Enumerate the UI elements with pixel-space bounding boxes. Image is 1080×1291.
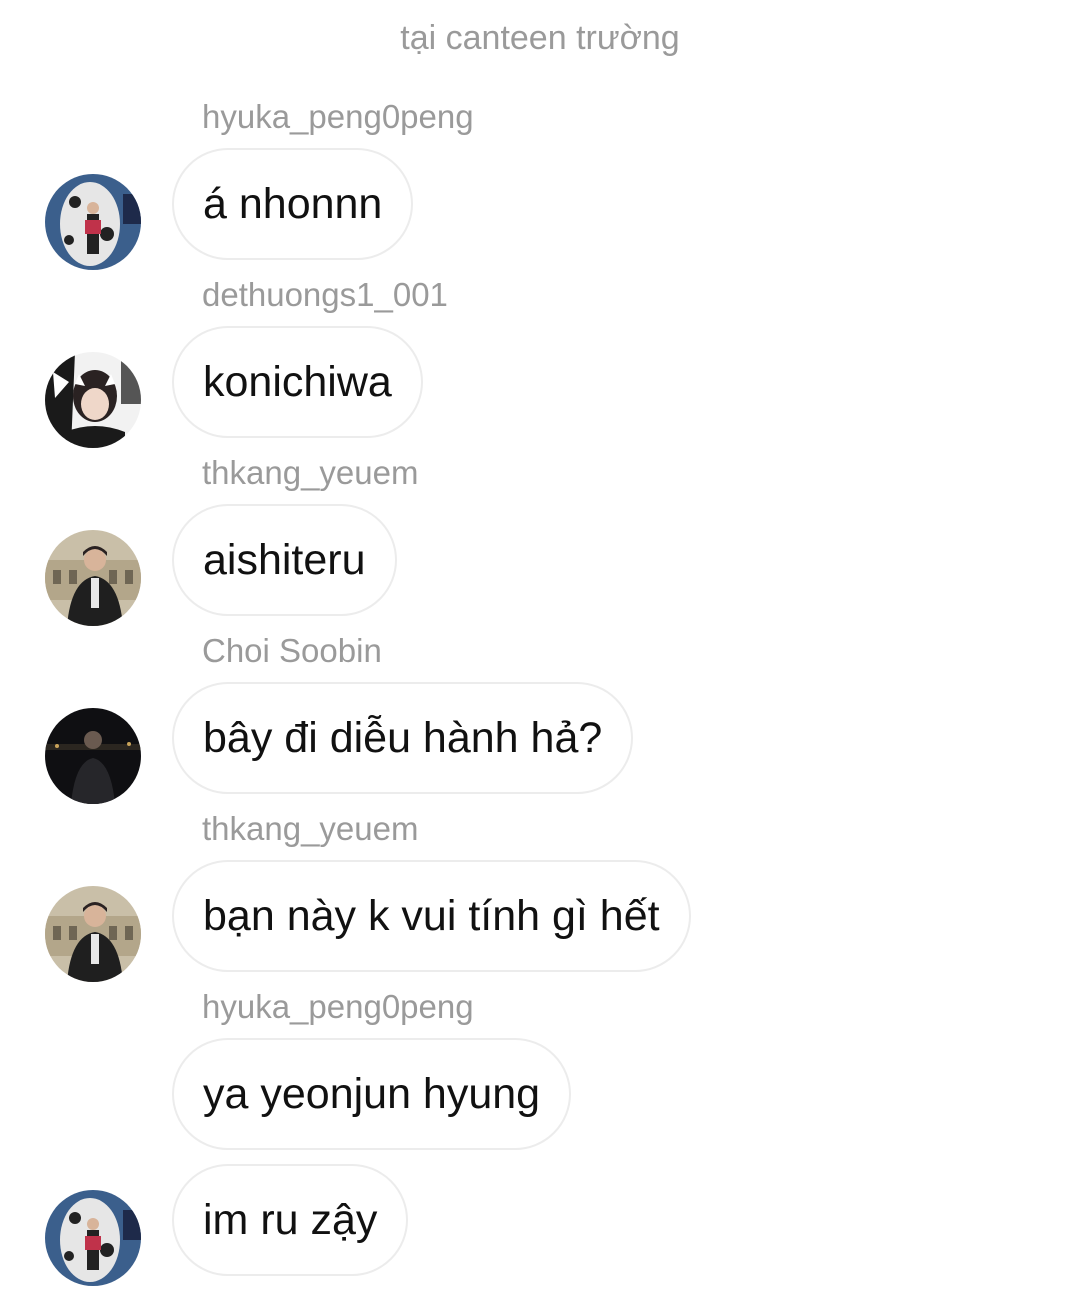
message-text: konichiwa bbox=[203, 357, 392, 406]
message-text: ya yeonjun hyung bbox=[203, 1069, 541, 1118]
message-text: bạn này k vui tính gì hết bbox=[203, 891, 660, 940]
message-bubble[interactable]: ya yeonjun hyung bbox=[172, 1038, 572, 1150]
message-bubble[interactable]: bây đi diễu hành hả? bbox=[172, 682, 634, 794]
avatar-choi-soobin[interactable] bbox=[45, 708, 141, 804]
message-sender[interactable]: thkang_yeuem bbox=[202, 809, 418, 849]
message-bubble[interactable]: konichiwa bbox=[172, 326, 423, 438]
message-bubble[interactable]: bạn này k vui tính gì hết bbox=[172, 860, 691, 972]
message-text: im ru zậy bbox=[203, 1195, 378, 1244]
avatar-thkang[interactable] bbox=[45, 886, 141, 982]
message-text: á nhonnn bbox=[203, 179, 383, 228]
message-sender[interactable]: Choi Soobin bbox=[202, 631, 382, 671]
chat-thread: tại canteen trường hyuka_peng0peng á nho… bbox=[0, 0, 1080, 1291]
avatar-dethuongs[interactable] bbox=[45, 352, 141, 448]
avatar-hyuka[interactable] bbox=[45, 174, 141, 270]
avatar-thkang[interactable] bbox=[45, 530, 141, 626]
message-bubble[interactable]: aishiteru bbox=[172, 504, 397, 616]
message-text: aishiteru bbox=[203, 535, 366, 584]
message-sender[interactable]: dethuongs1_001 bbox=[202, 275, 448, 315]
message-text: bây đi diễu hành hả? bbox=[203, 713, 603, 762]
message-bubble[interactable]: á nhonnn bbox=[172, 148, 414, 260]
avatar-hyuka[interactable] bbox=[45, 1190, 141, 1286]
message-sender[interactable]: thkang_yeuem bbox=[202, 453, 418, 493]
message-bubble[interactable]: im ru zậy bbox=[172, 1164, 409, 1276]
message-sender[interactable]: hyuka_peng0peng bbox=[202, 987, 474, 1027]
chat-location-header: tại canteen trường bbox=[400, 19, 680, 57]
message-sender[interactable]: hyuka_peng0peng bbox=[202, 97, 474, 137]
